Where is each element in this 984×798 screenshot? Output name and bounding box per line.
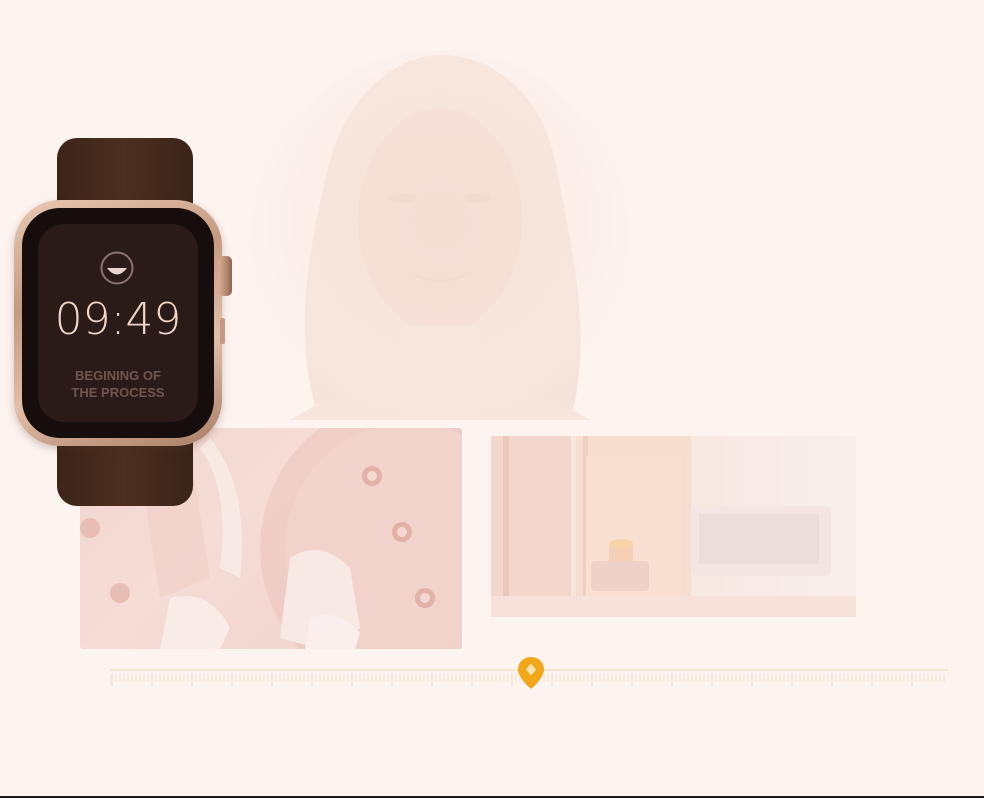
smile-face-icon <box>100 251 134 285</box>
watch-crown[interactable] <box>218 256 232 296</box>
process-image-right <box>491 436 856 617</box>
printer-illustration <box>491 436 856 617</box>
location-pin-icon[interactable] <box>517 656 545 690</box>
watch-caption: BEGINING OF THE PROCESS <box>71 368 165 400</box>
smartwatch: 09:49 BEGINING OF THE PROCESS <box>12 138 234 506</box>
watch-side-button[interactable] <box>220 318 225 344</box>
background-portrait <box>250 50 630 420</box>
watch-time: 09:49 <box>54 294 182 345</box>
